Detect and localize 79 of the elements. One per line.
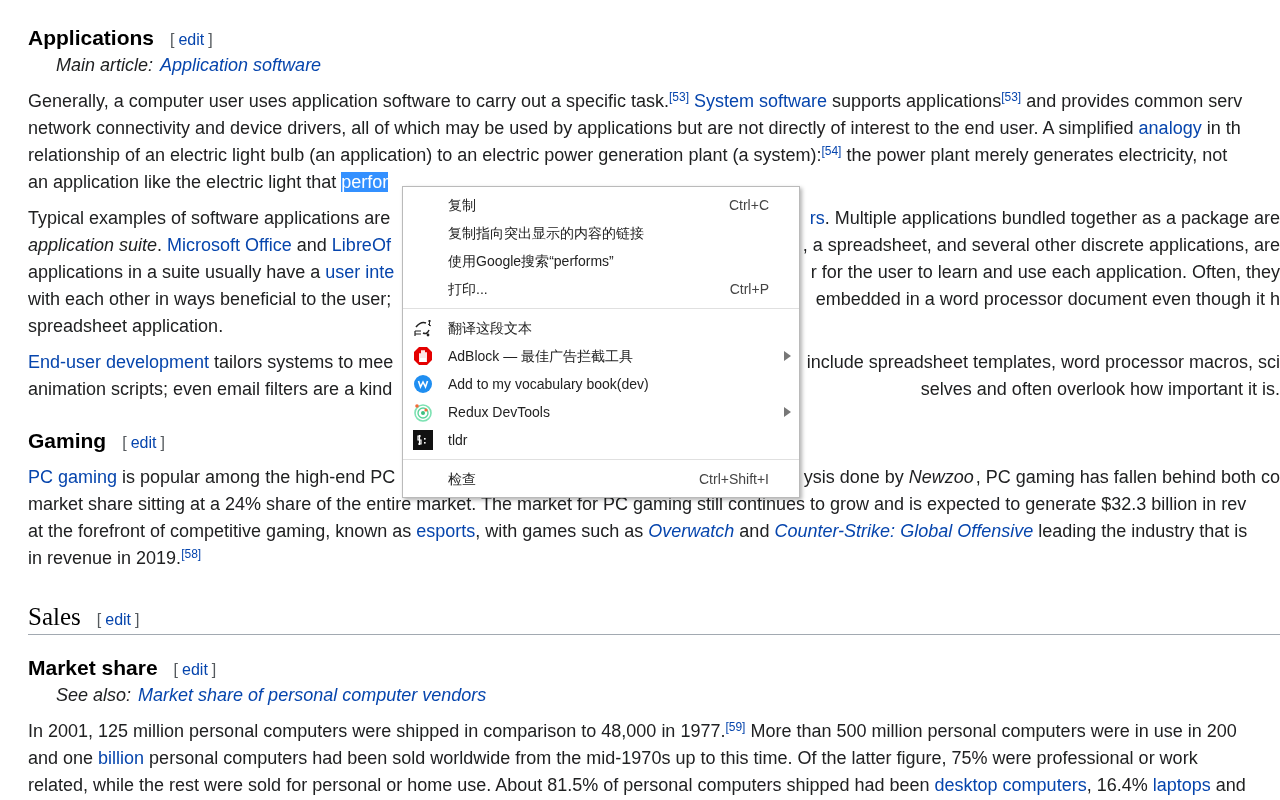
paragraph-line: with each other in ways beneficial to the user; <box>28 288 392 311</box>
link[interactable]: End-user development <box>28 352 210 372</box>
menu-item[interactable]: 使用Google搜索“performs” <box>403 247 799 275</box>
menu-item[interactable]: AdBlock — 最佳广告拦截工具 <box>403 342 799 370</box>
paragraph-line: spreadsheet application. <box>28 315 224 338</box>
paragraph-line: In 2001, 125 million personal computers were shipped in comparison to 48,000 in 1977.$^{[59]}$ More than 500 million personal computers were in use in 200 <box>28 719 1237 743</box>
link[interactable]: billion <box>98 748 145 768</box>
terminal-icon <box>413 430 433 450</box>
bracket: ] <box>135 610 140 630</box>
citation-link[interactable]: [54] <box>821 144 842 158</box>
citation-link[interactable]: [58] <box>181 547 202 561</box>
section-heading: Market share <box>28 655 158 681</box>
paragraph-line: and one billion personal computers had been sold worldwide from the mid-1970s up to this time. Of the latter figure, 75% were professional or work <box>28 747 1198 770</box>
menu-item[interactable]: Add to my vocabulary book(dev) <box>403 370 799 398</box>
paragraph-line: , a spreadsheet, and several other discrete applications, are <box>802 234 1280 257</box>
menu-item[interactable]: 复制指向突出显示的内容的链接 <box>403 219 799 247</box>
menu-item[interactable]: 检查 Ctrl+Shift+I <box>403 465 799 493</box>
paragraph-line: application suite. Microsoft Office and LibreOf <box>28 234 391 257</box>
bracket: [ <box>170 30 175 50</box>
paragraph-line: Typical examples of software applications are <box>28 207 391 230</box>
w-logo-icon <box>413 374 433 394</box>
paragraph-line: selves and often overlook how important it is. <box>920 378 1280 401</box>
link[interactable]: laptops <box>1152 775 1211 795</box>
paragraph-line: applications in a suite usually have a user inte <box>28 261 395 284</box>
paragraph-line: End-user development tailors systems to mee <box>28 351 394 374</box>
paragraph-line: embedded in a word processor document even though it h <box>815 288 1280 311</box>
citation-link[interactable]: [53] <box>1001 90 1022 104</box>
section-heading: Gaming <box>28 428 107 454</box>
section-heading: Sales <box>28 602 81 632</box>
menu-item[interactable]: 打印... Ctrl+P <box>403 275 799 303</box>
edit-link[interactable]: edit <box>182 658 208 682</box>
bracket: ] <box>211 660 217 680</box>
link[interactable]: user inte <box>325 262 395 282</box>
citation-link[interactable]: [53] <box>668 90 689 104</box>
menu-item[interactable]: Redux DevTools <box>403 398 799 426</box>
edit-link[interactable]: edit <box>130 431 157 455</box>
edit-link[interactable]: edit <box>105 608 132 632</box>
paragraph-line: at the forefront of competitive gaming, known as esports, with games such as Overwatch and Counter-Strike: Global Offensive leading the industry that is <box>28 520 1248 543</box>
citation-link[interactable]: [59] <box>725 720 746 734</box>
paragraph-line: related, while the rest were sold for personal or home use. About 81.5% of personal computers shipped had been desktop computers, 16.4% laptops and <box>28 774 1246 797</box>
bracket: ] <box>208 30 213 50</box>
menu-item[interactable]: tldr <box>403 426 799 454</box>
edit-link[interactable]: edit <box>178 28 205 52</box>
selected-text: perfor <box>341 172 389 192</box>
link[interactable]: Counter-Strike: Global Offensive <box>774 521 1034 541</box>
paragraph-line: relationship of an electric light bulb (an application) to an electric power generation plant (a system):$^{[54]}$ the power plant merely generates electricity, not <box>28 143 1228 167</box>
paragraph-line: See also: Market share of personal computer vendors <box>56 685 487 705</box>
orbit-icon <box>413 402 433 422</box>
paragraph-line: animation scripts; even email filters are a kind <box>28 378 393 401</box>
link[interactable]: Market share of personal computer vendors <box>138 685 487 705</box>
link[interactable]: esports <box>416 521 476 541</box>
link[interactable]: rs <box>809 208 825 228</box>
bracket: [ <box>122 433 127 453</box>
bracket: [ <box>96 610 102 630</box>
section-heading: Applications <box>28 25 154 51</box>
menu-item[interactable]: 翻译这段文本 <box>403 314 799 342</box>
link[interactable]: PC gaming <box>28 467 118 487</box>
paragraph-line: an application like the electric light that perfor <box>28 171 389 194</box>
link[interactable]: desktop computers <box>934 775 1087 795</box>
bracket: [ <box>173 660 179 680</box>
link[interactable]: Application software <box>160 55 322 75</box>
paragraph-line: rs. Multiple applications bundled together as a package are <box>809 207 1280 230</box>
paragraph-line: Main article: Application software <box>56 55 322 75</box>
bracket: ] <box>160 433 165 453</box>
translate-icon <box>413 318 433 338</box>
link[interactable]: analogy <box>1138 118 1202 138</box>
link[interactable]: Microsoft Office <box>167 235 292 255</box>
link[interactable]: LibreOf <box>331 235 391 255</box>
stop-hand-icon <box>413 346 433 366</box>
paragraph-line: r for the user to learn and use each application. Often, they <box>810 261 1280 284</box>
link[interactable]: System software <box>694 91 828 111</box>
menu-item[interactable]: 复制 Ctrl+C <box>403 191 799 219</box>
paragraph-line: Generally, a computer user uses application software to carry out a specific task.$^{[53]}$ System software supports applications$^{[53]}$ and provides common serv <box>28 89 1243 113</box>
paragraph-line: network connectivity and device drivers, all of which may be used by applications but are not directly of interest to the end user. A simplified analogy in th <box>28 117 1241 140</box>
paragraph-line: include spreadsheet templates, word processor macros, sci <box>806 351 1280 374</box>
paragraph-line: PC gaming is popular among the high-end PC <box>28 466 396 489</box>
paragraph-line: in revenue in 2019.$^{[58]}$ <box>28 546 202 570</box>
link[interactable]: Overwatch <box>648 521 735 541</box>
paragraph-line: ysis done by Newzoo, PC gaming has fallen behind both co <box>803 466 1280 489</box>
